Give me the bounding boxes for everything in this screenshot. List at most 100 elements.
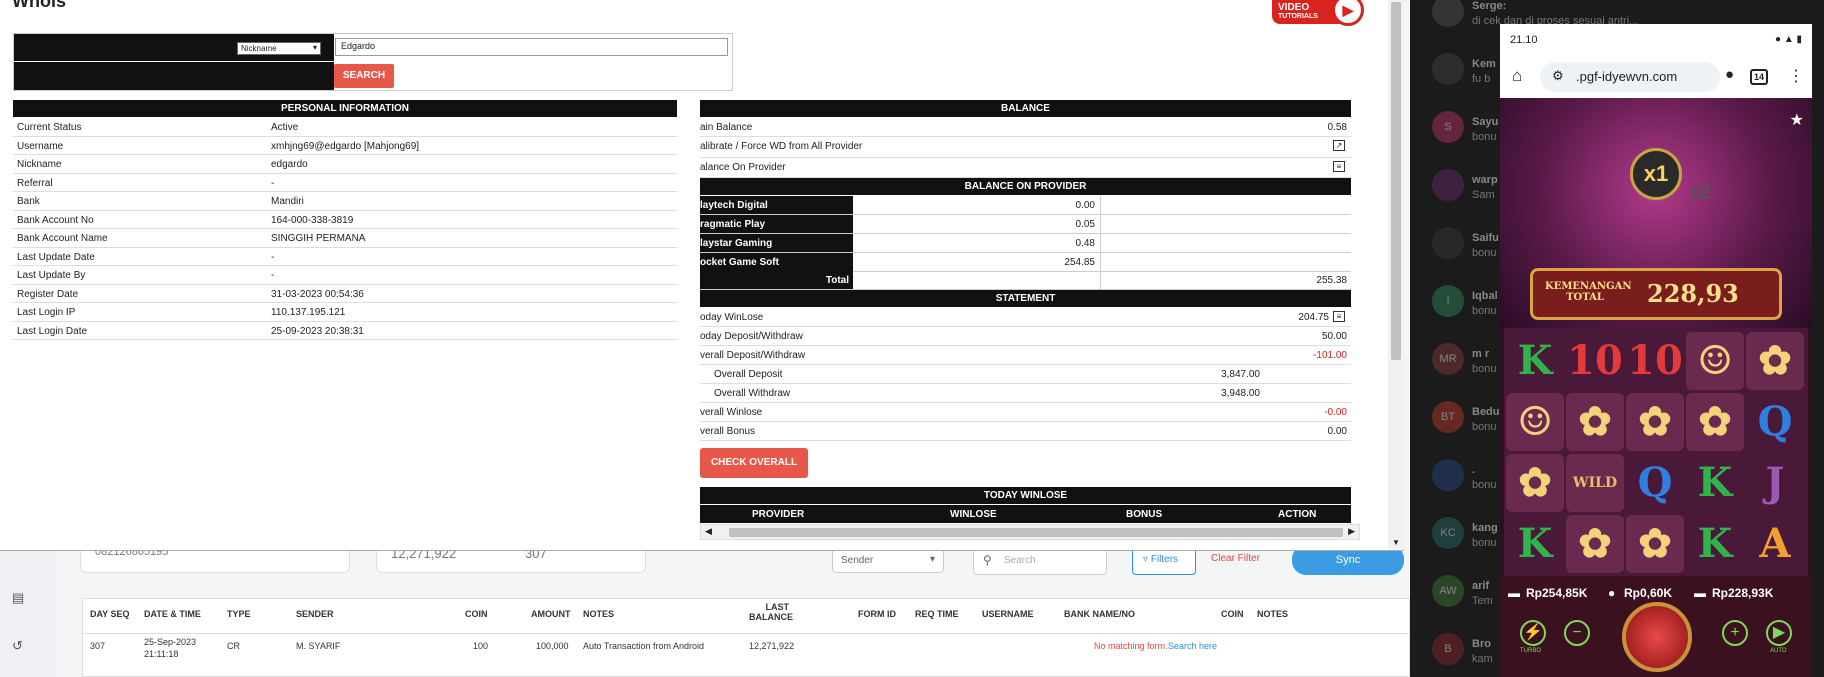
multiplier-badge-2: x2 bbox=[1690, 182, 1711, 202]
th-bank: BANK NAME/NO bbox=[1064, 609, 1135, 619]
video-tutorials-button[interactable]: VIDEO TUTORIALS ▶ bbox=[1272, 0, 1364, 26]
plus-button[interactable]: + bbox=[1722, 620, 1748, 646]
trophy-icon[interactable]: ★ bbox=[1790, 110, 1804, 130]
win-icon: ▬ bbox=[1694, 586, 1706, 600]
personal-info-row: Last Login Date 25-09-2023 20:38:31 bbox=[13, 322, 677, 340]
bet-amount: Rp0,60K bbox=[1624, 586, 1673, 600]
receipt-icon[interactable]: ▤ bbox=[12, 590, 30, 606]
chat-avatar[interactable] bbox=[1432, 169, 1464, 201]
scroll-thumb[interactable] bbox=[729, 528, 1343, 537]
browser-url-bar: ⌂ ⚙ .pgf-idyewvn.com ● 14 ⋮ bbox=[1500, 56, 1812, 98]
row-label: Bank Account No bbox=[17, 214, 94, 226]
chat-avatar[interactable]: BT bbox=[1432, 401, 1464, 433]
provider-row: laystar Gaming 0.48 bbox=[700, 234, 1351, 253]
balance-on-provider-header: BALANCE ON PROVIDER bbox=[700, 178, 1351, 195]
search-field-select[interactable]: Nickname ▾ bbox=[237, 42, 321, 55]
statement-value: 204.75 bbox=[1298, 312, 1329, 323]
scroll-down-icon[interactable]: ▼ bbox=[1392, 538, 1400, 547]
provider-name: laystar Gaming bbox=[700, 234, 853, 252]
statement-label: verall Winlose bbox=[700, 407, 763, 418]
list-icon[interactable]: ≡ bbox=[1333, 311, 1345, 322]
provider-blank-cell bbox=[1100, 234, 1351, 252]
chat-message: bonu bbox=[1472, 305, 1497, 317]
reel-symbol: 10 bbox=[1627, 337, 1683, 384]
today-winlose-header: TODAY WINLOSE bbox=[700, 487, 1351, 504]
today-winlose-columns: PROVIDER WINLOSE BONUS ACTION bbox=[700, 505, 1351, 523]
chevron-down-icon: ▾ bbox=[312, 43, 317, 52]
provider-value: 0.00 bbox=[1075, 200, 1095, 211]
check-overall-button[interactable]: CHECK OVERALL bbox=[700, 448, 808, 478]
reel-symbol: 10 bbox=[1567, 337, 1623, 384]
personal-info-row: Username xmhjng69@edgardo [Mahjong69] bbox=[13, 137, 677, 155]
statement-value: 3,948.00 bbox=[1221, 388, 1260, 399]
statement-value: 3,847.00 bbox=[1221, 369, 1260, 380]
search-icon: ⚲ bbox=[983, 553, 992, 567]
chat-avatar[interactable]: B bbox=[1432, 633, 1464, 665]
win-value: 228,93 bbox=[1647, 279, 1739, 308]
personal-info-row: Bank Account No 164-000-338-3819 bbox=[13, 211, 677, 229]
col-bonus: BONUS bbox=[1126, 509, 1163, 520]
chat-avatar[interactable]: I bbox=[1432, 285, 1464, 317]
chat-message: bonu bbox=[1472, 131, 1497, 143]
history-icon[interactable]: ↺ bbox=[12, 638, 30, 654]
provider-name: ocket Game Soft bbox=[700, 253, 853, 271]
chat-avatar[interactable]: S bbox=[1432, 111, 1464, 143]
reel-symbol: ☺ bbox=[1506, 393, 1564, 451]
chat-name: Serge: bbox=[1472, 0, 1507, 12]
chevron-down-icon: ▾ bbox=[929, 554, 935, 565]
main-balance-label: ain Balance bbox=[700, 122, 753, 133]
url-field[interactable]: ⚙ .pgf-idyewvn.com bbox=[1540, 62, 1720, 92]
spin-button[interactable] bbox=[1622, 602, 1692, 672]
home-icon[interactable]: ⌂ bbox=[1512, 66, 1522, 86]
reel-symbol: K bbox=[1517, 337, 1553, 384]
chat-avatar[interactable]: MR bbox=[1432, 343, 1464, 375]
statement-row: oday WinLose 204.75 ≡ bbox=[700, 308, 1351, 327]
tabs-count[interactable]: 14 bbox=[1750, 69, 1768, 85]
row-value: Active bbox=[271, 122, 299, 133]
search-here-link[interactable]: Search here bbox=[1168, 641, 1217, 651]
chat-name: Saifu bbox=[1472, 232, 1499, 244]
modal-title: Whois bbox=[12, 0, 66, 11]
chat-avatar[interactable]: AW bbox=[1432, 575, 1464, 607]
chat-name: m r bbox=[1472, 348, 1490, 360]
chat-avatar[interactable] bbox=[1432, 459, 1464, 491]
provider-name: laytech Digital bbox=[700, 196, 853, 214]
main-balance-row: ain Balance 0.58 bbox=[700, 118, 1351, 137]
row-value: - bbox=[271, 251, 275, 263]
scroll-left-icon[interactable]: ◀ bbox=[705, 526, 712, 537]
scroll-right-icon[interactable]: ▶ bbox=[1348, 526, 1355, 537]
statement-row: Overall Deposit 3,847.00 bbox=[700, 365, 1351, 384]
auto-button[interactable]: ▶ bbox=[1766, 620, 1792, 646]
clear-filter-link[interactable]: Clear Filter bbox=[1211, 553, 1260, 564]
mic-icon[interactable]: ● bbox=[1725, 66, 1734, 83]
reel-symbol: K bbox=[1697, 520, 1733, 567]
vertical-scrollbar[interactable]: ▼ bbox=[1388, 0, 1404, 549]
search-input[interactable]: Edgardo bbox=[335, 38, 728, 56]
provider-row: ragmatic Play 0.05 bbox=[700, 215, 1351, 234]
search-button[interactable]: SEARCH bbox=[334, 64, 394, 88]
chat-avatar[interactable] bbox=[1432, 227, 1464, 259]
whois-modal: Whois VIDEO TUTORIALS ▶ Nickname ▾ Edgard… bbox=[0, 0, 1404, 551]
bg-search-input[interactable]: ⚲ Search bbox=[973, 547, 1107, 575]
turbo-button[interactable]: ⚡ bbox=[1520, 620, 1546, 646]
personal-info-row: Last Login IP 110.137.195.121 bbox=[13, 303, 677, 322]
list-icon[interactable]: ≡ bbox=[1333, 161, 1345, 172]
provider-value: 254.85 bbox=[1064, 257, 1095, 268]
search-row-2 bbox=[14, 62, 334, 90]
menu-icon[interactable]: ⋮ bbox=[1788, 66, 1804, 86]
url-text: .pgf-idyewvn.com bbox=[1576, 69, 1678, 84]
horizontal-scrollbar[interactable]: ◀ ▶ bbox=[700, 524, 1360, 540]
site-info-icon[interactable]: ⚙ bbox=[1552, 68, 1564, 84]
row-coin: 100 bbox=[473, 641, 489, 651]
game-controls: ▬ Rp254,85K ● Rp0,60K ▬ Rp228,93K ⚡ TURB… bbox=[1500, 576, 1812, 677]
sender-select[interactable]: Sender ▾ bbox=[832, 549, 944, 573]
external-link-icon[interactable]: ↗ bbox=[1333, 140, 1345, 151]
chat-avatar[interactable]: KC bbox=[1432, 517, 1464, 549]
chat-avatar[interactable] bbox=[1432, 53, 1464, 85]
phone-screen: 21.10 ● ▲ ▮ ⌂ ⚙ .pgf-idyewvn.com ● 14 ⋮ … bbox=[1500, 24, 1812, 677]
reel-symbol: ✿ bbox=[1746, 332, 1804, 390]
statement-header: STATEMENT bbox=[700, 290, 1351, 307]
provider-value: 0.48 bbox=[1075, 238, 1095, 249]
minus-button[interactable]: − bbox=[1564, 620, 1590, 646]
vscroll-thumb[interactable] bbox=[1391, 2, 1401, 360]
